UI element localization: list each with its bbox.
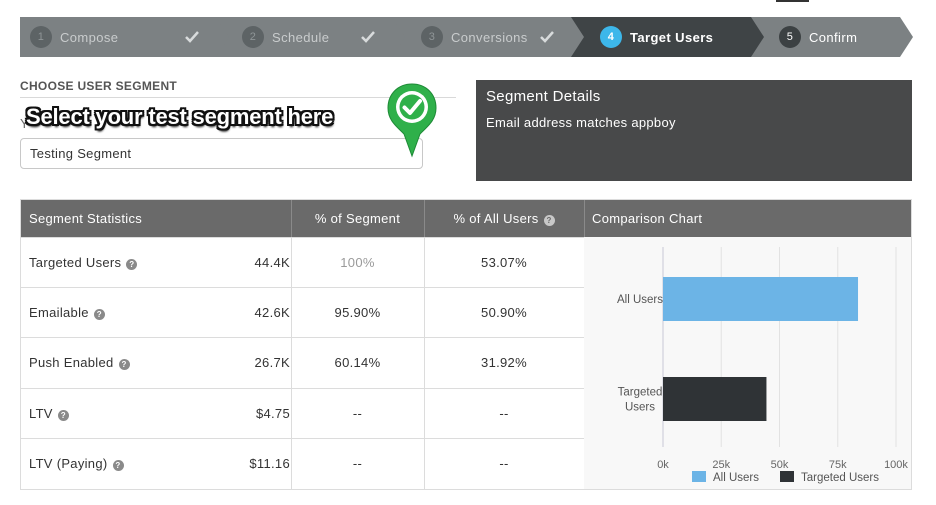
header-pct-segment: % of Segment	[314, 211, 401, 226]
legend-swatch	[780, 471, 794, 482]
legend-label: All Users	[713, 472, 759, 484]
comparison-chart: 0k 25k 50k 75k 100k All Users Targeted Users All…	[584, 237, 911, 489]
row-pct-all: 31.92%	[481, 355, 527, 370]
help-icon[interactable]: ?	[112, 460, 124, 471]
row-pct-segment: --	[352, 406, 363, 421]
row-pct-segment: 100%	[340, 255, 375, 270]
step-label: Confirm	[809, 29, 858, 45]
step-schedule[interactable]: 2 Schedule	[242, 17, 329, 57]
row-label-text: Targeted Users	[29, 255, 122, 270]
row-label: Targeted Users?	[29, 238, 138, 288]
row-label-text: LTV (Paying)	[29, 456, 108, 471]
step-number: 5	[779, 26, 801, 48]
segment-details-panel: Segment Details Email address matches ap…	[476, 80, 912, 181]
column-divider	[424, 237, 425, 489]
row-pct-all: 53.07%	[481, 255, 527, 270]
help-icon[interactable]: ?	[126, 259, 138, 270]
x-tick-label: 0k	[657, 459, 669, 471]
help-icon[interactable]: ?	[57, 410, 69, 421]
row-pct-all: 50.90%	[481, 305, 527, 320]
table-row: Push Enabled? 26.7K 60.14% 31.92%	[21, 337, 584, 387]
row-pct-segment: 60.14%	[334, 355, 381, 370]
row-label-text: LTV	[29, 406, 53, 421]
help-icon[interactable]: ?	[543, 215, 555, 226]
table-row: Targeted Users? 44.4K 100% 53.07%	[21, 237, 584, 287]
step-label: Compose	[60, 29, 119, 45]
bar-targeted-users	[663, 377, 767, 421]
row-pct-all: --	[499, 406, 509, 421]
comparison-chart-svg: 0k 25k 50k 75k 100k All Users Targeted Users All…	[617, 247, 908, 484]
category-label: Targeted	[618, 387, 663, 399]
bar-all-users	[663, 277, 859, 321]
legend-label: Targeted Users	[801, 472, 879, 484]
row-label: LTV (Paying)?	[29, 439, 124, 489]
table-row: LTV (Paying)? $11.16 -- --	[21, 438, 584, 488]
top-tab-indicator	[776, 0, 809, 2]
wizard-steps: 1 Compose 2 Schedule 3 Conversions 4 Tar…	[20, 17, 913, 57]
column-divider	[291, 237, 292, 489]
table-header: Segment Statistics % of Segment % of All…	[21, 200, 911, 237]
step-number: 3	[421, 26, 443, 48]
step-number: 2	[242, 26, 264, 48]
header-segment-statistics: Segment Statistics	[29, 211, 143, 226]
step-label: Schedule	[272, 29, 330, 45]
step-number: 1	[30, 26, 52, 48]
row-value: 26.7K	[254, 355, 290, 370]
category-label: All Users	[617, 294, 663, 306]
details-title: Segment Details	[486, 88, 601, 105]
x-tick-label: 50k	[771, 459, 789, 471]
row-pct-segment: 95.90%	[334, 305, 381, 320]
row-label: Push Enabled?	[29, 338, 130, 388]
segment-statistics-table: Segment Statistics % of Segment % of All…	[20, 199, 912, 490]
header-divider	[584, 200, 585, 237]
legend-swatch	[692, 471, 706, 482]
check-pin-icon	[387, 83, 437, 158]
step-number: 4	[600, 26, 622, 48]
row-label-text: Push Enabled	[29, 355, 114, 370]
row-value: 42.6K	[254, 305, 290, 320]
checkmark-icon	[361, 31, 375, 43]
table-row: Emailable? 42.6K 95.90% 50.90%	[21, 287, 584, 337]
help-icon[interactable]: ?	[93, 309, 105, 320]
header-pct-all-users: % of All Users?	[424, 200, 584, 237]
callout-text: Select your test segment here	[26, 104, 334, 129]
header-pct-all-users-label: % of All Users	[453, 211, 539, 226]
checkmark-icon	[540, 31, 554, 43]
x-tick-label: 75k	[829, 459, 847, 471]
x-tick-label: 25k	[712, 459, 730, 471]
help-icon[interactable]: ?	[118, 359, 130, 370]
segment-select[interactable]: Testing Segment	[20, 138, 423, 169]
row-pct-segment: --	[352, 456, 363, 471]
row-label: Emailable?	[29, 288, 105, 338]
checkmark-icon	[185, 31, 199, 43]
row-value: 44.4K	[254, 255, 290, 270]
table-row: LTV? $4.75 -- --	[21, 388, 584, 438]
section-title: CHOOSE USER SEGMENT	[20, 79, 178, 93]
step-conversions[interactable]: 3 Conversions	[421, 17, 528, 57]
step-compose[interactable]: 1 Compose	[30, 17, 118, 57]
row-label-text: Emailable	[29, 305, 89, 320]
row-label: LTV?	[29, 389, 69, 439]
step-confirm[interactable]: 5 Confirm	[779, 17, 857, 57]
row-value: $11.16	[249, 456, 290, 471]
step-target-users[interactable]: 4 Target Users	[600, 17, 713, 57]
details-body: Email address matches appboy	[486, 115, 676, 130]
category-label: Users	[625, 402, 655, 414]
step-label: Conversions	[451, 29, 528, 45]
header-comparison-chart: Comparison Chart	[592, 211, 703, 226]
row-pct-all: --	[499, 456, 509, 471]
step-label: Target Users	[630, 29, 714, 45]
x-tick-label: 100k	[884, 459, 908, 471]
row-value: $4.75	[255, 406, 290, 421]
